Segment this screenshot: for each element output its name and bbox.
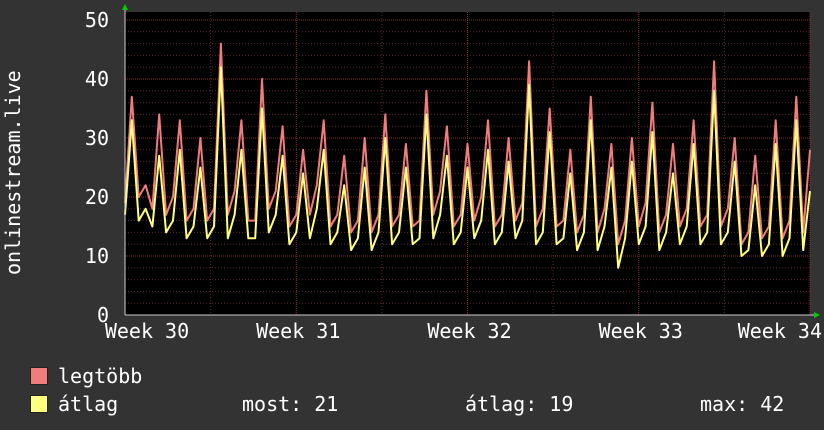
stat-now: most: 21 bbox=[242, 392, 339, 416]
legend-label-avg: átlag bbox=[58, 392, 119, 416]
legend-swatch-max bbox=[30, 367, 48, 385]
legend-row-avg: átlag most: 21 átlag: 19 max: 42 bbox=[30, 390, 810, 418]
y-axis-arrow bbox=[122, 4, 128, 10]
x-tick-label: Week 30 bbox=[105, 319, 189, 343]
x-tick-label: Week 31 bbox=[256, 319, 340, 343]
plot-area bbox=[125, 12, 810, 315]
legend-label-max: legtöbb bbox=[58, 364, 143, 388]
y-axis-label: onlinestream.live bbox=[1, 70, 25, 275]
x-tick-label: Week 32 bbox=[427, 319, 511, 343]
x-tick-label: Week 34 bbox=[738, 319, 822, 343]
legend: legtöbb átlag most: 21 átlag: 19 max: 42 bbox=[30, 362, 810, 418]
legend-swatch-avg bbox=[30, 395, 48, 413]
y-tick-label: 30 bbox=[85, 126, 109, 150]
y-tick-label: 10 bbox=[85, 244, 109, 268]
x-axis-arrow bbox=[814, 312, 820, 318]
legend-row-max: legtöbb bbox=[30, 362, 810, 390]
x-tick-labels: Week 30 Week 31 Week 32 Week 33 Week 34 bbox=[105, 319, 822, 343]
y-tick-label: 40 bbox=[85, 67, 109, 91]
y-tick-labels: 01020304050 bbox=[85, 8, 109, 327]
stat-max: max: 42 bbox=[700, 392, 785, 416]
x-tick-label: Week 33 bbox=[599, 319, 683, 343]
y-tick-label: 20 bbox=[85, 185, 109, 209]
stat-average: átlag: 19 bbox=[465, 392, 574, 416]
y-tick-label: 50 bbox=[85, 8, 109, 32]
chart: 01020304050 Week 30 Week 31 Week 32 Week 33… bbox=[1, 4, 822, 343]
